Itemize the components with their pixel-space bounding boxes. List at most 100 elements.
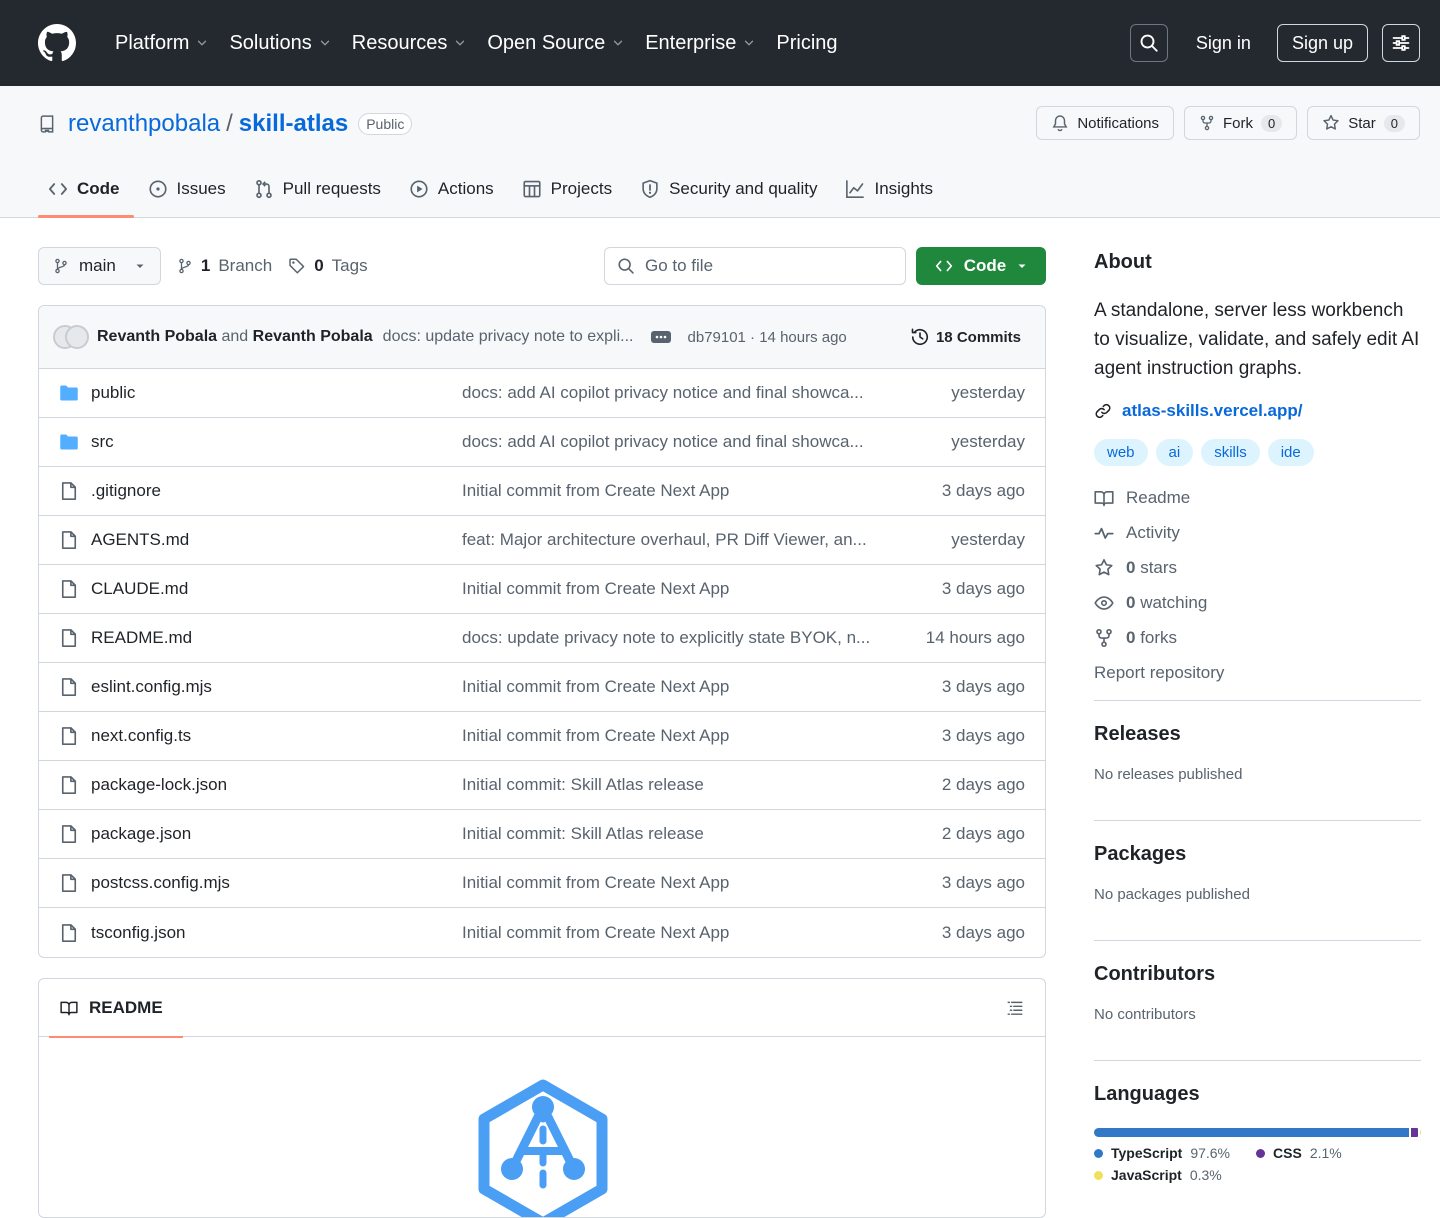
graph-icon (846, 180, 865, 198)
topic-tag[interactable]: ide (1267, 439, 1314, 466)
file-commit-message-link[interactable]: Initial commit: Skill Atlas release (462, 824, 885, 844)
appearance-settings-button[interactable] (1382, 24, 1420, 62)
file-commit-message-link[interactable]: docs: add AI copilot privacy notice and … (462, 432, 885, 452)
notifications-button[interactable]: Notifications (1036, 106, 1175, 140)
language-name: CSS (1273, 1145, 1302, 1161)
commits-history-link[interactable]: 18 Commits (910, 327, 1031, 347)
github-logo-icon[interactable] (38, 24, 76, 62)
pull-request-icon (255, 179, 272, 199)
file-name-link[interactable]: CLAUDE.md (91, 579, 462, 599)
tab-insights[interactable]: Insights (835, 161, 947, 217)
homepage-link[interactable]: atlas-skills.vercel.app/ (1094, 401, 1421, 421)
file-commit-message-link[interactable]: Initial commit from Create Next App (462, 677, 885, 697)
file-commit-message-link[interactable]: Initial commit from Create Next App (462, 726, 885, 746)
repo-name-link[interactable]: skill-atlas (239, 110, 348, 138)
file-commit-message-link[interactable]: feat: Major architecture overhaul, PR Di… (462, 530, 885, 550)
avatar[interactable] (65, 325, 89, 349)
chevron-down-icon (456, 40, 465, 46)
commit-author-2[interactable]: Revanth Pobala (253, 328, 373, 345)
search-button[interactable] (1129, 24, 1168, 62)
repo-actions: Notifications Fork 0 Star 0 (1036, 106, 1420, 140)
header-actions: Sign in Sign up (1129, 24, 1420, 62)
file-name-link[interactable]: README.md (91, 628, 462, 648)
section-heading[interactable]: Contributors (1094, 963, 1421, 986)
file-row: eslint.config.mjs Initial commit from Cre… (39, 663, 1045, 712)
tab-code[interactable]: Code (38, 161, 134, 218)
file-row: postcss.config.mjs Initial commit from Cr… (39, 859, 1045, 908)
language-name: TypeScript (1111, 1145, 1183, 1161)
file-name-link[interactable]: next.config.ts (91, 726, 462, 746)
meta-stars[interactable]: 0 stars (1094, 550, 1421, 585)
go-to-file-input[interactable]: Go to file (604, 247, 906, 285)
tab-actions[interactable]: Actions (399, 161, 508, 217)
expand-commit-button[interactable] (651, 331, 672, 343)
meta-readme[interactable]: Readme (1094, 480, 1421, 515)
file-name-link[interactable]: tsconfig.json (91, 923, 462, 943)
repo-title: revanthpobala / skill-atlas Public (38, 110, 413, 138)
file-name-link[interactable]: eslint.config.mjs (91, 677, 462, 697)
topic-tag[interactable]: skills (1201, 439, 1260, 466)
topic-tag[interactable]: ai (1155, 439, 1194, 466)
section-heading[interactable]: Releases (1094, 723, 1421, 746)
code-dropdown-button[interactable]: Code (916, 247, 1046, 285)
readme-tab[interactable]: README (49, 979, 183, 1038)
file-commit-message-link[interactable]: docs: add AI copilot privacy notice and … (462, 383, 885, 403)
branches-link[interactable]: 1 Branch (177, 256, 272, 276)
fork-button[interactable]: Fork 0 (1184, 106, 1298, 140)
sign-up-button[interactable]: Sign up (1276, 24, 1368, 62)
table-icon (523, 180, 541, 198)
section-heading[interactable]: Packages (1094, 843, 1421, 866)
nav-resources[interactable]: Resources (343, 23, 477, 63)
commit-author-1[interactable]: Revanth Pobala (97, 328, 217, 345)
nav-pricing[interactable]: Pricing (767, 23, 846, 63)
meta-activity[interactable]: Activity (1094, 515, 1421, 550)
file-name-link[interactable]: public (91, 383, 462, 403)
meta-watching[interactable]: 0 watching (1094, 585, 1421, 620)
file-icon (61, 923, 77, 942)
outline-list-icon[interactable] (1005, 999, 1025, 1017)
chevron-down-icon (745, 40, 754, 46)
language-item[interactable]: TypeScript 97.6% (1094, 1145, 1230, 1161)
language-item[interactable]: CSS 2.1% (1256, 1145, 1342, 1161)
file-commit-message-link[interactable]: Initial commit from Create Next App (462, 923, 885, 943)
file-commit-message-link[interactable]: Initial commit: Skill Atlas release (462, 775, 885, 795)
nav-platform[interactable]: Platform (106, 23, 218, 63)
star-icon (1095, 558, 1113, 575)
file-commit-message-link[interactable]: Initial commit from Create Next App (462, 481, 885, 501)
sign-in-link[interactable]: Sign in (1182, 33, 1265, 54)
tab-pull-requests[interactable]: Pull requests (244, 161, 395, 217)
file-name-link[interactable]: package-lock.json (91, 775, 462, 795)
commit-message-link[interactable]: docs: update privacy note to expli... (383, 328, 634, 346)
commit-hash-time[interactable]: db79101 · 14 hours ago (687, 329, 846, 346)
meta-forks[interactable]: 0 forks (1094, 620, 1421, 655)
nav-item-label: Resources (351, 31, 448, 54)
file-name-link[interactable]: package.json (91, 824, 462, 844)
tags-link[interactable]: 0 Tags (288, 256, 368, 276)
tab-label: Actions (437, 179, 494, 198)
file-icon (61, 629, 77, 647)
file-name-link[interactable]: src (91, 432, 462, 452)
notifications-label: Notifications (1077, 114, 1160, 132)
file-name-link[interactable]: AGENTS.md (91, 530, 462, 550)
language-item[interactable]: JavaScript 0.3% (1094, 1167, 1222, 1183)
file-name-link[interactable]: postcss.config.mjs (91, 873, 462, 893)
languages-heading: Languages (1094, 1083, 1200, 1105)
history-icon (911, 328, 929, 346)
nav-solutions[interactable]: Solutions (220, 23, 340, 63)
nav-open-source[interactable]: Open Source (478, 23, 634, 63)
search-icon (1140, 34, 1158, 52)
file-commit-message-link[interactable]: docs: update privacy note to explicitly … (462, 628, 885, 648)
nav-enterprise[interactable]: Enterprise (636, 23, 765, 63)
file-commit-message-link[interactable]: Initial commit from Create Next App (462, 873, 885, 893)
tab-security-and-quality[interactable]: Security and quality (630, 161, 831, 217)
file-commit-message-link[interactable]: Initial commit from Create Next App (462, 579, 885, 599)
meta-report-repository[interactable]: Report repository (1094, 655, 1421, 690)
repo-owner-link[interactable]: revanthpobala (68, 110, 220, 138)
star-button[interactable]: Star 0 (1307, 106, 1420, 140)
branch-selector[interactable]: main (38, 247, 161, 285)
tab-projects[interactable]: Projects (512, 161, 626, 217)
tab-issues[interactable]: Issues (138, 161, 240, 217)
topic-tag[interactable]: web (1094, 439, 1148, 466)
file-name-link[interactable]: .gitignore (91, 481, 462, 501)
tag-word: Tags (331, 256, 368, 275)
